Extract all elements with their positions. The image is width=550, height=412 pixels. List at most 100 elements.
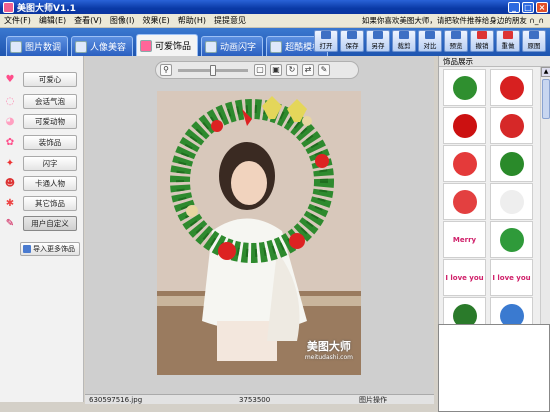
menu-file[interactable]: 文件(F) <box>0 15 35 26</box>
status-mode: 图片操作 <box>359 395 387 404</box>
actual-size-icon[interactable]: ▣ <box>270 64 282 76</box>
redo-button[interactable]: 重做 <box>496 30 520 52</box>
zoom-slider-knob[interactable] <box>210 64 216 76</box>
christmas-wreath-icon[interactable] <box>443 69 486 106</box>
portrait-icon <box>75 40 88 53</box>
category-panel: ♥ 可爱心 ◌ 会话气泡 ◕ 可爱动物 ✿ 装饰品 ✦ 闪字 ☻ 卡通人物 ✱ … <box>0 56 84 402</box>
status-filename: 630597516.jpg <box>89 395 143 404</box>
red-ornament-icon[interactable] <box>443 107 486 144</box>
category-user-defined[interactable]: ✎ 用户自定义 <box>3 214 81 232</box>
watermark: 美图大师 meitudashi.com <box>304 340 353 361</box>
category-cartoon-characters[interactable]: ☻ 卡通人物 <box>3 174 81 192</box>
brush-icon[interactable]: ✎ <box>318 64 330 76</box>
preview-box <box>438 324 550 412</box>
status-size: 3753500 <box>239 395 271 404</box>
maximize-button[interactable]: □ <box>522 1 534 13</box>
menu-edit[interactable]: 编辑(E) <box>35 15 70 26</box>
bow-icon: ✿ <box>5 136 15 148</box>
menu-feedback[interactable]: 提提意见 <box>210 15 250 26</box>
category-sparkle-text[interactable]: ✦ 闪字 <box>3 154 81 172</box>
zoom-slider[interactable] <box>178 64 248 76</box>
christmas-tree-icon[interactable] <box>490 145 533 182</box>
rotate-icon[interactable]: ↻ <box>286 64 298 76</box>
save-icon <box>347 31 357 39</box>
category-cute-hearts[interactable]: ♥ 可爱心 <box>3 70 81 88</box>
menu-image[interactable]: 图像(I) <box>106 15 139 26</box>
custom-icon: ✎ <box>5 217 15 229</box>
menu-effect[interactable]: 效果(E) <box>138 15 173 26</box>
gift-icon: ✱ <box>5 197 15 209</box>
photo-adjust-icon <box>10 40 22 53</box>
crop-icon <box>399 31 409 39</box>
speech-bubble-icon: ◌ <box>5 95 15 107</box>
christmas-tree-small-icon[interactable] <box>490 221 533 258</box>
category-decorations[interactable]: ✿ 装饰品 <box>3 133 81 151</box>
save-as-button[interactable]: 另存 <box>366 30 390 52</box>
preview-icon <box>451 31 461 39</box>
category-other-decorations[interactable]: ✱ 其它饰品 <box>3 194 81 212</box>
compare-button[interactable]: 对比 <box>418 30 442 52</box>
redo-icon <box>503 31 513 39</box>
open-icon <box>321 31 331 39</box>
zoom-bar: ⚲ ▢ ▣ ↻ ⇄ ✎ <box>155 61 359 79</box>
undo-icon <box>477 31 487 39</box>
undo-button[interactable]: 撤销 <box>470 30 494 52</box>
save-as-icon <box>373 31 383 39</box>
tab-cute-decorations[interactable]: 可爱饰品 <box>136 34 199 56</box>
cartoon-face-icon: ☻ <box>4 177 16 189</box>
candy-cane-icon[interactable] <box>443 145 486 182</box>
red-mitten-icon[interactable] <box>490 107 533 144</box>
snowman-icon[interactable] <box>490 183 533 220</box>
scroll-up-icon[interactable]: ▲ <box>541 67 550 77</box>
template-icon <box>270 40 283 53</box>
promo-message: 如果你喜欢美图大师，请把软件推荐给身边的朋友 ∩_∩ <box>361 16 544 25</box>
tab-label: 人像美容 <box>90 43 127 53</box>
save-button[interactable]: 保存 <box>340 30 364 52</box>
menu-view[interactable]: 查看(V) <box>70 15 106 26</box>
window-title: 美图大师V1.1 <box>17 3 76 14</box>
compare-icon <box>425 31 435 39</box>
decoration-scrollbar[interactable]: ▲ ▼ <box>540 67 550 335</box>
decoration-panel-title: 饰品展示 <box>439 56 550 67</box>
photo-canvas[interactable]: 美图大师 meitudashi.com <box>157 91 361 375</box>
fit-window-icon[interactable]: ▢ <box>254 64 266 76</box>
open-button[interactable]: 打开 <box>314 30 338 52</box>
preview-button[interactable]: 预览 <box>444 30 468 52</box>
import-icon <box>23 245 31 253</box>
canvas-area: ⚲ ▢ ▣ ↻ ⇄ ✎ 美图大师 meitudashi.com <box>85 56 434 394</box>
cat-face-icon: ◕ <box>5 115 15 127</box>
category-cute-animals[interactable]: ◕ 可爱动物 <box>3 112 81 130</box>
santa-hat-icon[interactable] <box>490 69 533 106</box>
original-icon <box>529 31 539 39</box>
app-icon <box>3 1 14 13</box>
merry-christmas-text-icon[interactable]: Merry <box>443 221 486 258</box>
tab-portrait-beauty[interactable]: 人像美容 <box>71 36 134 56</box>
category-speech-bubbles[interactable]: ◌ 会话气泡 <box>3 92 81 110</box>
animation-icon <box>205 40 218 53</box>
scroll-thumb[interactable] <box>542 79 550 119</box>
status-bar: 630597516.jpg 3753500 图片操作 <box>85 394 434 404</box>
cute-decoration-icon <box>140 39 153 52</box>
i-love-you-text-1[interactable]: I love you <box>443 259 486 296</box>
toolbar: 打开 保存 另存 裁剪 对比 预览 撤销 重做 原图 <box>314 30 546 52</box>
minimize-button[interactable]: _ <box>508 1 520 13</box>
title-bar: 美图大师V1.1 _ □ × <box>0 0 550 14</box>
close-button[interactable]: × <box>536 1 548 13</box>
flip-icon[interactable]: ⇄ <box>302 64 314 76</box>
menu-bar: 文件(F) 编辑(E) 查看(V) 图像(I) 效果(E) 帮助(H) 提提意见… <box>0 14 550 28</box>
tab-photo-adjust[interactable]: 图片数调 <box>6 36 69 56</box>
i-love-you-text-2[interactable]: I love you <box>490 259 533 296</box>
sparkle-text-icon: ✦ <box>5 157 15 169</box>
merry-xmas-snowman-icon[interactable] <box>443 183 486 220</box>
tab-label: 图片数调 <box>25 43 62 53</box>
original-button[interactable]: 原图 <box>522 30 546 52</box>
menu-help[interactable]: 帮助(H) <box>174 15 210 26</box>
crop-button[interactable]: 裁剪 <box>392 30 416 52</box>
tab-label: 可爱饰品 <box>155 42 192 52</box>
import-more-button[interactable]: 导入更多饰品 <box>20 242 80 256</box>
zoom-icon[interactable]: ⚲ <box>160 64 172 76</box>
photo-image <box>157 91 361 375</box>
heart-icon: ♥ <box>5 73 15 85</box>
tab-animated-text[interactable]: 动画闪字 <box>201 36 264 56</box>
tab-label: 动画闪字 <box>220 43 257 53</box>
